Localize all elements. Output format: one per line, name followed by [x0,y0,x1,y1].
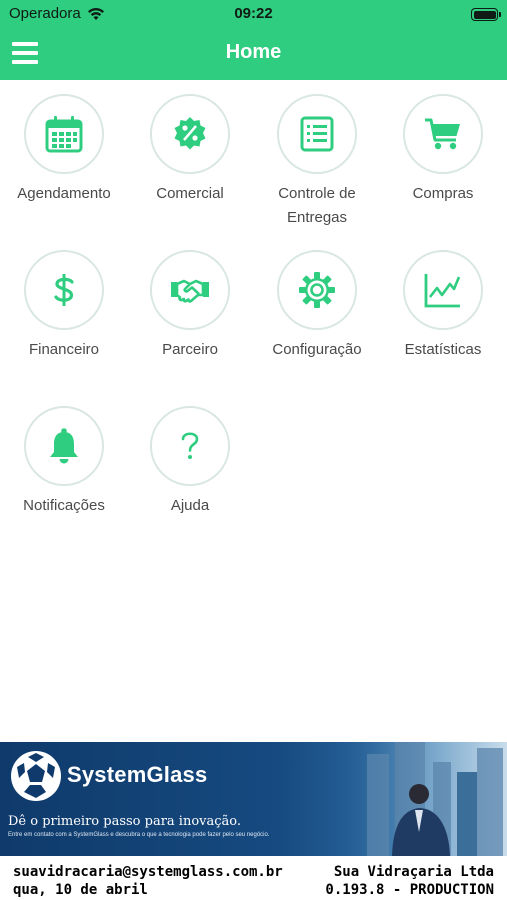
menu-item-label: Configuração [272,341,362,358]
status-bar: Operadora 09:22 [0,0,507,28]
footer: suavidracaria@systemglass.com.br Sua Vid… [0,856,507,900]
list-document-icon [300,116,334,152]
menu-item-comercial[interactable]: Comercial [127,94,253,206]
systemglass-logo-icon [11,751,61,801]
nav-bar: Home [0,28,507,80]
footer-email: suavidracaria@systemglass.com.br [13,864,283,880]
calendar-icon [45,116,83,153]
menu-item-ajuda[interactable]: Ajuda [127,406,253,518]
handshake-icon [171,279,209,303]
line-chart-icon [424,274,461,308]
page-title: Home [225,41,282,63]
menu-item-label: Ajuda [170,497,210,514]
menu-item-label: Agendamento [17,185,111,202]
banner-brand: SystemGlass [67,762,208,787]
menu-item-configuracao[interactable]: Configuração [254,250,380,362]
menu-item-estatisticas[interactable]: Estatísticas [380,250,506,362]
menu-item-agendamento[interactable]: Agendamento [1,94,127,206]
footer-date: qua, 10 de abril [13,882,148,898]
promo-banner[interactable]: SystemGlass Dê o primeiro passo para ino… [0,742,507,856]
battery-icon [471,8,501,21]
menu-item-label: Estatísticas [404,341,482,358]
banner-tagline: Dê o primeiro passo para inovação. [8,814,242,829]
bell-icon [50,428,78,464]
banner-subtext: Entre em contato com a SystemGlass e des… [8,832,270,838]
menu-item-label: Comercial [156,185,224,202]
clock: 09:22 [234,5,273,22]
menu-item-financeiro[interactable]: Financeiro [1,250,127,362]
menu-item-label: Compras [412,185,474,202]
menu-item-controle-de-entregas[interactable]: Controle de Entregas [254,94,380,230]
discount-badge-icon [174,117,206,150]
footer-company: Sua Vidraçaria Ltda [333,864,494,880]
footer-version: 0.193.8 - PRODUCTION [325,882,494,898]
gear-icon [299,272,335,308]
menu-item-compras[interactable]: Compras [380,94,506,206]
menu-item-parceiro[interactable]: Parceiro [127,250,253,362]
shopping-cart-icon [425,118,460,150]
menu-item-label: Notificações [23,497,105,514]
dollar-icon [54,274,74,306]
menu-item-notificacoes[interactable]: Notificações [1,406,127,518]
menu-item-label: Financeiro [28,341,100,358]
menu-item-label: Controle de Entregas [278,185,356,226]
question-icon [181,432,199,459]
menu-item-label: Parceiro [162,341,218,358]
city-businessman-image [337,742,507,856]
